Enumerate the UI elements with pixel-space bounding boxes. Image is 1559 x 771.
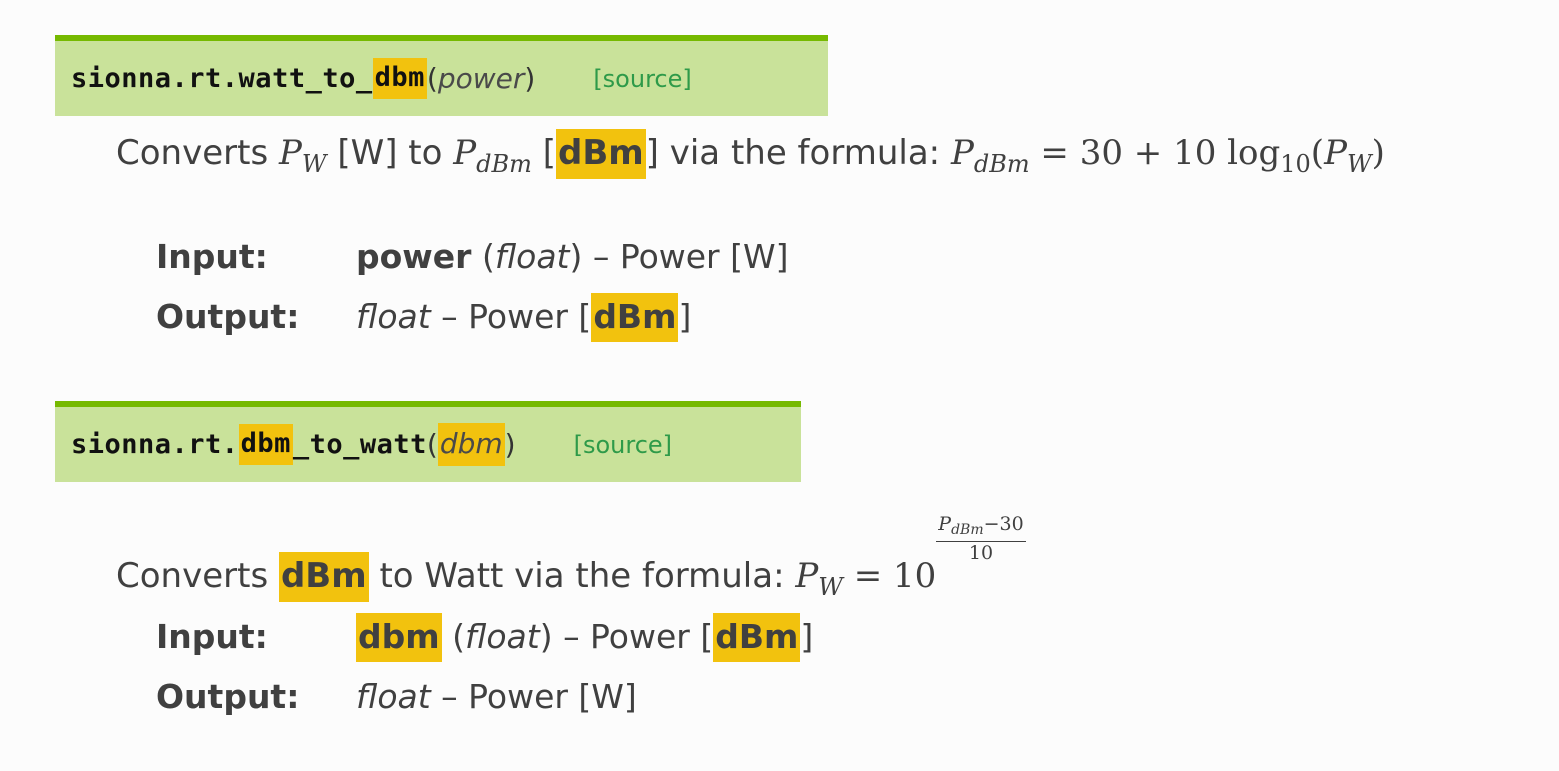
- param-type: float: [494, 236, 570, 276]
- type-paren: (: [452, 616, 466, 656]
- paren-close: ): [504, 428, 516, 461]
- paren-close: ): [524, 62, 536, 95]
- exponent-fraction: PdBm−30 10: [936, 513, 1026, 564]
- signature-highlight: dbm: [238, 424, 293, 465]
- desc-text: Converts: [116, 556, 269, 596]
- input-label: Input:: [156, 616, 268, 656]
- math-pdbm: PdBm: [453, 133, 532, 178]
- output-label: Output:: [156, 296, 300, 336]
- doc-page: sionna.rt.watt_to_ dbm(power) [source] Co…: [0, 0, 1559, 771]
- highlight-dbm: dBm: [591, 292, 679, 342]
- math-expr: = 10: [853, 556, 937, 596]
- math-sub: 10: [1280, 150, 1311, 178]
- desc-text: ] via the formula:: [645, 133, 941, 173]
- output-body: float – Power [dBm]: [356, 292, 692, 342]
- formula-watt: PW = 10 PdBm−30 10: [795, 513, 1026, 601]
- type-paren: (: [481, 236, 495, 276]
- math-paren: (: [1310, 133, 1325, 173]
- function-signature-watt-to-dbm: sionna.rt.watt_to_ dbm(power) [source]: [55, 35, 828, 116]
- desc-text: to Watt via the formula:: [379, 556, 785, 596]
- desc-text: [: [542, 133, 556, 173]
- signature-prefix: sionna.rt.: [71, 429, 239, 460]
- desc-text: Converts: [116, 133, 269, 173]
- math-expr: −30: [983, 513, 1024, 535]
- field-list-dbm-to-watt: Input: dbm (float) – Power [dBm] Output:…: [156, 606, 813, 726]
- highlight-dbm: dBm: [278, 552, 369, 602]
- math-sub: W: [818, 573, 843, 601]
- math-sub: W: [301, 150, 327, 178]
- math-pw: PW: [278, 133, 327, 178]
- param-type: float: [465, 616, 540, 656]
- math-paren: ): [1371, 133, 1385, 173]
- output-row: Output: float – Power [W]: [156, 666, 813, 726]
- type-paren: ): [569, 236, 583, 276]
- return-desc: – Power [W]: [441, 676, 637, 716]
- source-link[interactable]: [source]: [574, 431, 672, 459]
- math-p: P: [938, 513, 952, 535]
- math-p: P: [795, 556, 819, 596]
- param-desc: – Power [W]: [592, 236, 789, 276]
- paren-open: (: [426, 62, 438, 95]
- param-desc: – Power [: [563, 616, 714, 656]
- math-p: P: [278, 133, 302, 173]
- return-desc: – Power [: [441, 296, 592, 336]
- math-p: P: [950, 133, 974, 173]
- math-sub: dBm: [951, 522, 984, 538]
- output-label: Output:: [156, 676, 300, 716]
- fraction-numerator: PdBm−30: [936, 513, 1026, 542]
- math-p: P: [453, 133, 477, 173]
- param-name: dbm: [356, 612, 442, 662]
- signature-param: dbm: [437, 423, 505, 466]
- source-link[interactable]: [source]: [593, 65, 691, 93]
- field-list-watt-to-dbm: Input: power (float) – Power [W] Output:…: [156, 226, 789, 346]
- math-sub: dBm: [973, 150, 1030, 178]
- formula-dbm: PdBm = 30 + 10 log10(PW): [950, 133, 1385, 178]
- input-row: Input: dbm (float) – Power [dBm]: [156, 606, 813, 666]
- signature-suffix: _to_watt: [292, 429, 427, 460]
- input-row: Input: power (float) – Power [W]: [156, 226, 789, 286]
- desc-text: [W] to: [337, 133, 443, 173]
- math-sub: dBm: [476, 150, 532, 178]
- function-signature-dbm-to-watt: sionna.rt. dbm _to_watt(dbm) [source]: [55, 401, 801, 482]
- description-watt-to-dbm: Converts PW [W] to PdBm [dBm] via the fo…: [116, 129, 1385, 179]
- return-desc: ]: [678, 296, 692, 336]
- param-desc: ]: [800, 616, 814, 656]
- highlight-dbm: dBm: [555, 129, 646, 179]
- return-type: float: [356, 676, 431, 716]
- input-body: dbm (float) – Power [dBm]: [356, 612, 814, 662]
- math-expr: = 30 + 10 log: [1040, 133, 1281, 173]
- description-dbm-to-watt: Converts dBm to Watt via the formula: PW…: [116, 513, 1026, 602]
- highlight-dbm: dBm: [713, 612, 801, 662]
- math-p: P: [1324, 133, 1347, 173]
- fraction-denominator: 10: [968, 542, 994, 564]
- type-paren: ): [539, 616, 553, 656]
- signature-highlight: dbm: [372, 58, 427, 99]
- output-row: Output: float – Power [dBm]: [156, 286, 789, 346]
- signature-prefix: sionna.rt.watt_to_: [71, 63, 373, 94]
- input-label: Input:: [156, 236, 268, 276]
- output-body: float – Power [W]: [356, 677, 637, 716]
- signature-param: power: [437, 62, 525, 95]
- paren-open: (: [426, 428, 438, 461]
- input-body: power (float) – Power [W]: [356, 237, 789, 276]
- param-name: power: [356, 236, 472, 276]
- return-type: float: [356, 296, 431, 336]
- math-sub: W: [1346, 150, 1372, 178]
